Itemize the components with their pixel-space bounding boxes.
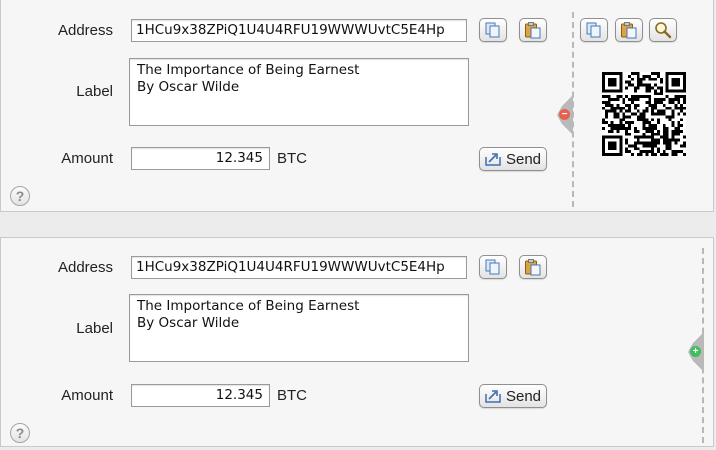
qr-code [602, 72, 686, 156]
send-icon [485, 153, 501, 166]
sidebar-divider [572, 12, 574, 207]
copy-address-button[interactable] [479, 255, 507, 279]
label-label: Label [76, 83, 113, 100]
paste-address-button[interactable] [519, 255, 547, 279]
currency-label: BTC [277, 387, 307, 404]
help-icon: ? [15, 425, 25, 441]
amount-field[interactable]: 12.345 [131, 147, 270, 170]
copy-address-button[interactable] [479, 18, 507, 42]
copy-icon [485, 259, 500, 275]
payment-form-collapsed: Address 1HCu9x38ZPiQ1U4U4RFU19WWWUvtC5E4… [0, 237, 714, 447]
payment-form-expanded: Address 1HCu9x38ZPiQ1U4U4RFU19WWWUvtC5E4… [0, 0, 714, 212]
send-button[interactable]: Send [479, 384, 547, 408]
currency-label: BTC [277, 150, 307, 167]
paste-address-button[interactable] [519, 18, 547, 42]
help-button[interactable]: ? [10, 423, 30, 443]
send-button[interactable]: Send [479, 147, 547, 171]
amount-label: Amount [61, 150, 113, 167]
expand-icon[interactable]: + [690, 346, 701, 357]
help-icon: ? [15, 188, 25, 204]
collapse-icon[interactable]: − [559, 109, 570, 120]
send-label: Send [505, 387, 542, 405]
send-label: Send [505, 150, 542, 168]
address-field[interactable]: 1HCu9x38ZPiQ1U4U4RFU19WWWUvtC5E4Hp [131, 19, 467, 42]
zoom-qr-button[interactable] [649, 18, 677, 42]
paste-icon [621, 21, 637, 38]
amount-label: Amount [61, 387, 113, 404]
address-label: Address [57, 259, 113, 276]
copy-icon [485, 22, 500, 38]
label-label: Label [76, 320, 113, 337]
label-field[interactable]: The Importance of Being Earnest By Oscar… [129, 58, 469, 126]
paste-icon [525, 258, 541, 275]
zoom-icon [655, 22, 672, 39]
amount-field[interactable]: 12.345 [131, 384, 270, 407]
paste-icon [525, 21, 541, 38]
label-field[interactable]: The Importance of Being Earnest By Oscar… [129, 294, 469, 362]
send-icon [485, 390, 501, 403]
address-label: Address [57, 22, 113, 39]
paste-qr-button[interactable] [615, 18, 643, 42]
copy-icon [586, 22, 601, 38]
address-field[interactable]: 1HCu9x38ZPiQ1U4U4RFU19WWWUvtC5E4Hp [131, 256, 467, 279]
copy-qr-button[interactable] [580, 18, 608, 42]
help-button[interactable]: ? [10, 186, 30, 206]
